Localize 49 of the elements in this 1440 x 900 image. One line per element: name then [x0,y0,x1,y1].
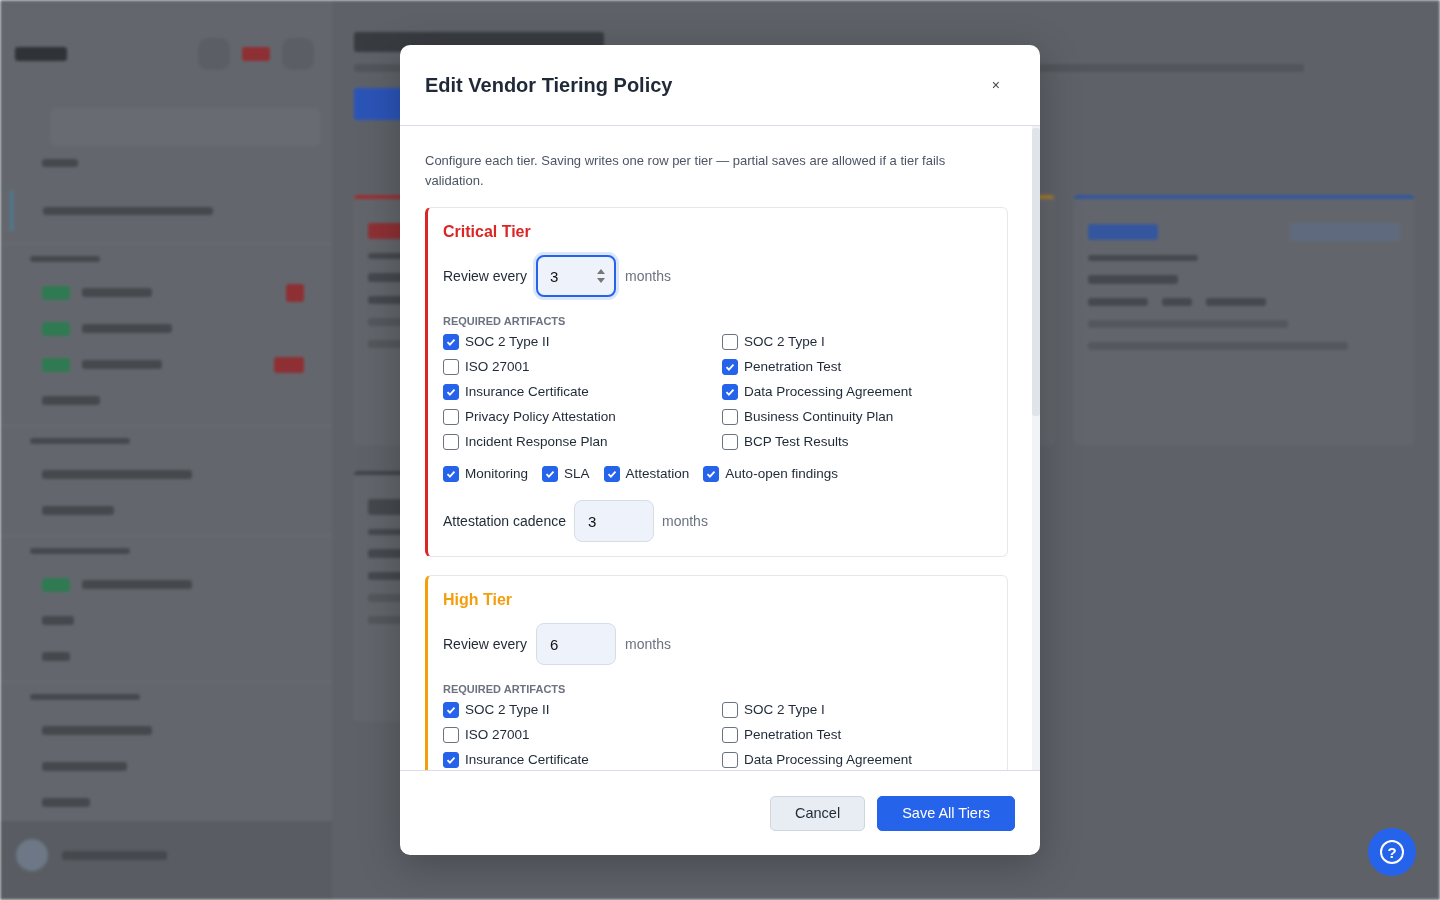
checkbox[interactable]: SOC 2 Type II [443,333,550,351]
checkbox[interactable]: Monitoring [443,465,529,483]
checkbox[interactable]: ISO 27001 [443,358,530,376]
checkbox[interactable]: Insurance Certificate [443,383,589,401]
checkbox[interactable]: ISO 27001 [443,726,530,744]
check-icon [445,704,457,716]
check-icon [445,468,457,480]
checkbox[interactable]: Penetration Test [722,358,842,376]
check-icon [544,468,557,480]
unit-label: months [625,636,671,652]
checkbox[interactable]: SLA [542,465,590,483]
review-field[interactable]: 3 [536,255,617,297]
unit-label: months [662,513,708,529]
close-button[interactable]: × [987,75,1004,95]
checkbox[interactable]: Privacy Policy Attestation [443,408,616,426]
scrollbar[interactable] [1032,126,1040,770]
tier-name: Critical Tier [443,223,532,241]
unit-label: months [625,268,671,284]
checkbox[interactable]: SOC 2 Type I [722,333,825,351]
cancel-button[interactable]: Cancel [770,795,866,831]
field-label: Attestation cadence [443,513,566,529]
checkbox[interactable]: Business Continuity Plan [722,408,894,426]
check-icon [724,386,736,398]
checkbox[interactable]: Auto-open findings [703,465,838,483]
field-label: Review every [443,636,528,652]
check-icon [445,386,457,398]
cadence-field[interactable]: 3 [574,500,654,542]
checkbox[interactable]: Penetration Test [722,726,842,744]
check-icon [605,468,618,480]
review-field[interactable]: 6 [536,623,617,665]
check-icon [445,336,457,348]
tier-name: High Tier [443,591,514,609]
checkbox[interactable]: SOC 2 Type I [722,701,825,719]
dialog-description: Configure each tier. Saving writes one row per tier — partial saves are allowed if a tier fails validation. [425,152,947,190]
field-label: Review every [443,268,528,284]
checkbox[interactable]: Data Processing Agreement [722,383,913,401]
save-button[interactable]: Save All Tiers [877,795,1015,831]
check-icon [705,468,718,480]
dialog-title: Edit Vendor Tiering Policy [425,73,673,97]
section-label: REQUIRED ARTIFACTS [443,315,567,327]
checkbox[interactable]: Data Processing Agreement [722,751,913,769]
checkbox[interactable]: Incident Response Plan [443,433,608,451]
check-icon [445,754,457,766]
check-icon [724,361,736,373]
checkbox[interactable]: SOC 2 Type II [443,701,550,719]
checkbox[interactable]: Attestation [603,465,690,483]
checkbox[interactable]: BCP Test Results [722,433,849,451]
checkbox[interactable]: Insurance Certificate [443,751,589,769]
section-label: REQUIRED ARTIFACTS [443,683,567,695]
